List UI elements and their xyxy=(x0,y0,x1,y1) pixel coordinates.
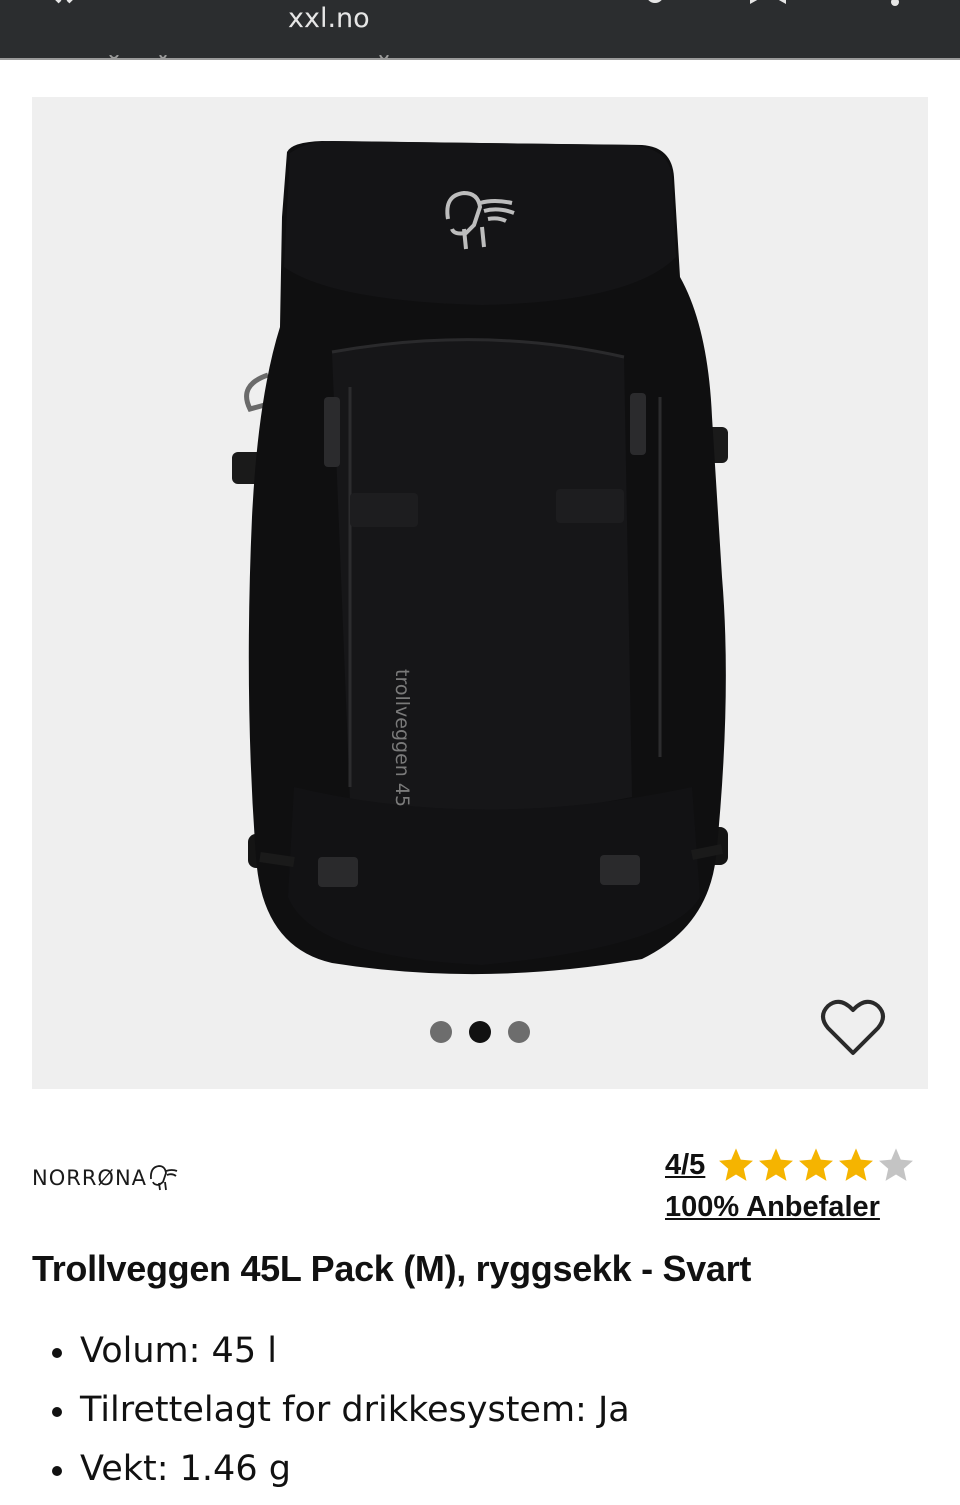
brand-logo[interactable]: NORRØNA xyxy=(32,1158,178,1198)
carousel-dots xyxy=(430,1021,530,1043)
product-image: trollveggen 45 xyxy=(232,141,728,975)
tab-icon[interactable] xyxy=(640,0,670,10)
norrona-logo-icon xyxy=(150,1165,178,1191)
star-filled-icon xyxy=(759,1148,794,1181)
product-image-gallery[interactable]: trollveggen 45 xyxy=(32,97,928,1089)
star-filled-icon xyxy=(799,1148,834,1181)
back-icon[interactable] xyxy=(40,0,88,8)
star-empty-icon xyxy=(879,1148,914,1181)
spec-item: Vekt: 1.46 g xyxy=(50,1446,630,1505)
menu-icon[interactable] xyxy=(880,0,910,8)
spec-item: Tilrettelagt for drikkesystem: Ja xyxy=(50,1387,630,1446)
browser-toolbar: xxl.no xyxy=(0,0,960,60)
rating-block[interactable]: 4/5 100% Anbefaler xyxy=(665,1145,915,1224)
product-title: Trollveggen 45L Pack (M), ryggsekk - Sva… xyxy=(32,1248,752,1289)
spec-item: Volum: 45 l xyxy=(50,1328,630,1387)
address-bar-url[interactable]: xxl.no xyxy=(288,3,370,34)
carousel-dot-active[interactable] xyxy=(469,1021,491,1043)
star-filled-icon xyxy=(839,1148,874,1181)
pack-print-label: trollveggen 45 xyxy=(391,669,413,807)
spec-list: Volum: 45 l Tilrettelagt for drikkesyste… xyxy=(50,1328,630,1505)
rating-stars xyxy=(717,1146,915,1184)
recommend-link[interactable]: 100% Anbefaler xyxy=(665,1191,915,1224)
rating-score[interactable]: 4/5 xyxy=(665,1149,705,1182)
breadcrumb xyxy=(80,52,480,62)
favorite-heart-icon[interactable] xyxy=(820,998,886,1058)
star-filled-icon xyxy=(719,1148,754,1181)
brand-name: NORRØNA xyxy=(32,1166,148,1190)
bookmark-icon[interactable] xyxy=(748,0,788,8)
carousel-dot[interactable] xyxy=(508,1021,530,1043)
carousel-dot[interactable] xyxy=(430,1021,452,1043)
